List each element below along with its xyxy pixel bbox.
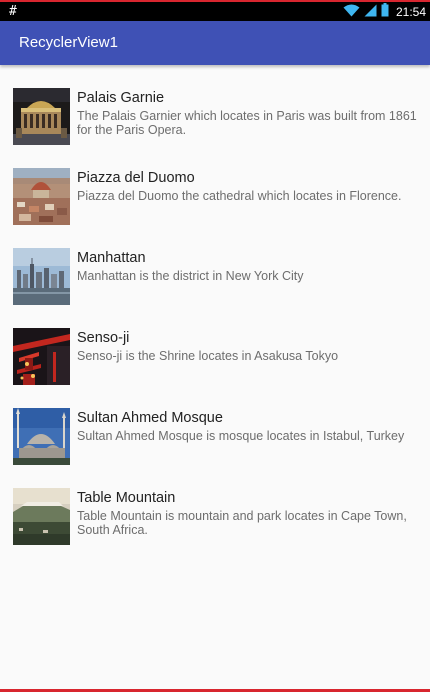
item-title: Piazza del Duomo: [77, 170, 195, 186]
list-item[interactable]: Piazza del Duomo Piazza del Duomo the ca…: [0, 146, 430, 226]
item-title: Manhattan: [77, 250, 146, 266]
item-description: Manhattan is the district in New York Ci…: [77, 269, 304, 283]
item-description: The Palais Garnier which locates in Pari…: [77, 109, 417, 137]
item-description: Sultan Ahmed Mosque is mosque locates in…: [77, 429, 405, 443]
list-item[interactable]: Palais Garnie The Palais Garnier which l…: [0, 66, 430, 146]
status-time: 21:54: [395, 4, 426, 19]
list-item[interactable]: Table Mountain Table Mountain is mountai…: [0, 466, 430, 546]
status-icons: 21:54: [343, 3, 426, 20]
list-item[interactable]: Manhattan Manhattan is the district in N…: [0, 226, 430, 306]
status-bar: # 21:54: [0, 2, 430, 21]
item-description: Table Mountain is mountain and park loca…: [77, 509, 407, 537]
item-title: Palais Garnie: [77, 90, 165, 106]
sultan-ahmed-mosque-photo: [13, 408, 70, 465]
item-title: Table Mountain: [77, 490, 176, 506]
item-description: Piazza del Duomo the cathedral which loc…: [77, 189, 402, 203]
notification-hash-icon: #: [9, 4, 17, 19]
item-title: Senso-ji: [77, 330, 130, 346]
item-description: Senso-ji is the Shrine locates in Asakus…: [77, 349, 339, 363]
battery-icon: [381, 3, 389, 20]
list-item[interactable]: Senso-ji Senso-ji is the Shrine locates …: [0, 306, 430, 386]
signal-icon: [364, 4, 377, 20]
manhattan-photo: [13, 248, 70, 305]
senso-ji-photo: [13, 328, 70, 385]
table-mountain-photo: [13, 488, 70, 545]
wifi-icon: [343, 4, 360, 20]
app-bar: RecyclerView1: [0, 21, 430, 65]
palais-garnier-photo: [13, 88, 70, 145]
item-title: Sultan Ahmed Mosque: [77, 410, 223, 426]
piazza-del-duomo-photo: [13, 168, 70, 225]
list-item[interactable]: Sultan Ahmed Mosque Sultan Ahmed Mosque …: [0, 386, 430, 466]
app-title: RecyclerView1: [19, 34, 118, 51]
